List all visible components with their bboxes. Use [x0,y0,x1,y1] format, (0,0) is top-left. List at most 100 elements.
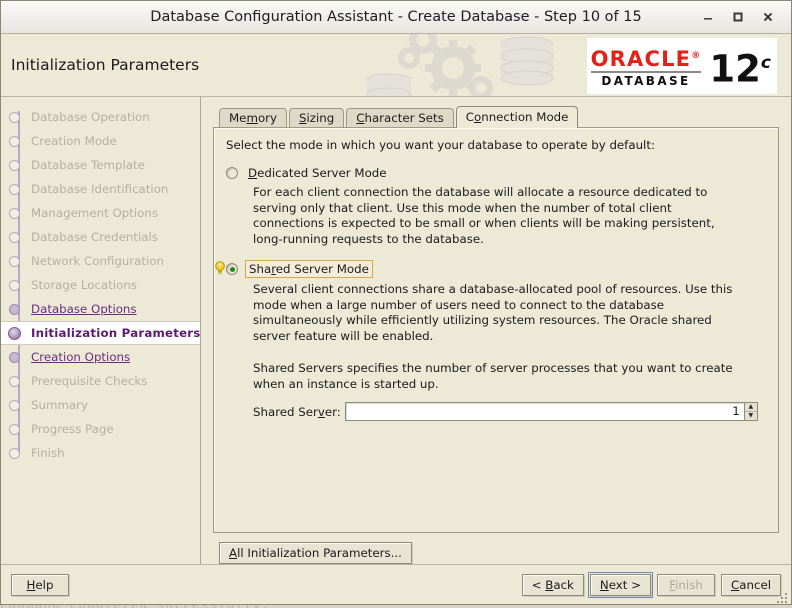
sidebar-item-creation-mode: Creation Mode [1,129,200,153]
step-bullet-icon [8,326,21,340]
logo-rule [590,70,702,73]
sidebar-item-label: Progress Page [31,422,114,436]
cancel-button[interactable]: Cancel [721,573,781,596]
step-bullet-icon [9,279,20,291]
tab-bar: Memory Sizing Character Sets Connection Mod… [213,105,779,128]
sidebar-item-database-operation: Database Operation [1,105,200,129]
sidebar-item-summary: Summary [1,393,200,417]
sidebar-item-label: Finish [31,446,65,460]
oracle-logo: ORACLE® DATABASE 12c [587,38,777,94]
sidebar-item-finish: Finish [1,441,200,465]
step-bullet-icon [9,231,20,243]
step-bullet-icon [9,159,20,171]
sidebar-item-label: Network Configuration [31,254,165,268]
minimize-icon[interactable] [695,6,721,28]
step-bullet-icon [9,375,20,387]
tab-sizing[interactable]: Sizing [289,108,345,128]
sidebar-item-database-credentials: Database Credentials [1,225,200,249]
tab-connection-mode[interactable]: Connection Mode [455,106,579,128]
step-bullet-icon [9,207,20,219]
shared-server-field-row: Shared Server: 1 ▲ ▼ [253,402,766,421]
option-label-shared-server-mode: Shared Server Mode [245,260,373,278]
window-title: Database Configuration Assistant - Creat… [150,9,642,25]
radio-dedicated-server-mode[interactable] [226,167,238,179]
sidebar-item-label: Database Identification [31,182,169,196]
resize-grip-icon[interactable] [777,591,789,603]
sidebar-item-label: Creation Options [31,350,131,364]
title-bar: Database Configuration Assistant - Creat… [1,1,791,34]
option-dedicated-server-mode[interactable]: Dedicated Server Mode [226,165,766,181]
footer-bar: Help < Back Next > Finish Cancel [1,564,791,604]
step-bullet-icon [9,423,20,435]
step-bullet-icon [9,255,20,267]
shared-server-input[interactable]: 1 [344,402,745,421]
header-band: Initialization Parameters ORACLE® DATABA… [1,34,791,97]
step-bullet-icon [9,135,20,147]
step-bullet-icon [9,111,20,123]
tab-label: Character Sets [356,111,444,125]
option-description-shared-server-mode: Several client connections share a datab… [253,282,733,343]
sidebar-item-label: Database Credentials [31,230,158,244]
steps-sidebar: Database Operation Creation Mode Database … [1,97,201,564]
sidebar-item-management-options: Management Options [1,201,200,225]
sidebar-item-database-template: Database Template [1,153,200,177]
shared-server-spinner[interactable]: 1 ▲ ▼ [344,402,758,421]
sidebar-item-initialization-parameters[interactable]: Initialization Parameters [1,321,200,345]
tab-label: Connection Mode [465,110,569,124]
oracle-brand-text: ORACLE® [590,46,702,71]
sidebar-item-label: Storage Locations [31,278,137,292]
shared-servers-note: Shared Servers specifies the number of s… [253,361,733,391]
spinner-buttons: ▲ ▼ [744,402,758,421]
tab-character-sets[interactable]: Character Sets [346,108,454,128]
option-shared-server-mode[interactable]: Shared Server Mode [215,260,766,278]
spinner-down-icon[interactable]: ▼ [744,412,757,420]
sidebar-item-label: Management Options [31,206,158,220]
dbca-window: Database Configuration Assistant - Creat… [0,0,792,605]
oracle-product-text: DATABASE [601,73,691,88]
all-initialization-parameters-button[interactable]: All Initialization Parameters... [219,542,412,564]
screen: Command completed successfully. Database… [0,0,792,608]
step-bullet-icon [9,303,20,315]
sidebar-item-label: Creation Mode [31,134,117,148]
step-bullet-icon [9,351,20,363]
sidebar-item-label: Summary [31,398,89,412]
wizard-nav-buttons: < Back Next > Finish Cancel [521,571,781,598]
sidebar-item-storage-locations: Storage Locations [1,273,200,297]
sidebar-item-label: Database Operation [31,110,150,124]
all-parameters-row: All Initialization Parameters... [213,533,779,564]
sidebar-item-label: Initialization Parameters [31,326,201,340]
finish-button: Finish [657,573,716,596]
sidebar-item-database-identification: Database Identification [1,177,200,201]
tab-memory[interactable]: Memory [219,108,287,128]
shared-server-label: Shared Server: [253,404,341,419]
sidebar-item-label: Database Options [31,302,137,316]
gears-database-artwork [366,34,554,96]
radio-shared-server-mode[interactable] [226,263,238,275]
connection-mode-panel: Select the mode in which you want your d… [213,127,779,533]
next-button[interactable]: Next > [587,571,654,598]
back-button[interactable]: < Back [521,573,584,596]
option-description-dedicated-server-mode: For each client connection the database … [253,185,715,246]
sidebar-item-prerequisite-checks: Prerequisite Checks [1,369,200,393]
step-bullet-icon [9,183,20,195]
hint-lightbulb-icon [215,261,225,274]
tab-label: Memory [229,111,277,125]
sidebar-item-creation-options[interactable]: Creation Options [1,345,200,369]
tab-label: Sizing [299,111,335,125]
help-button[interactable]: Help [11,573,69,596]
close-icon[interactable] [755,6,781,28]
spinner-up-icon[interactable]: ▲ [744,403,757,412]
step-bullet-icon [9,399,20,411]
sidebar-item-database-options[interactable]: Database Options [1,297,200,321]
sidebar-item-network-configuration: Network Configuration [1,249,200,273]
sidebar-item-progress-page: Progress Page [1,417,200,441]
maximize-icon[interactable] [725,6,751,28]
window-controls [695,6,791,28]
sidebar-item-label: Database Template [31,158,145,172]
body: Database Operation Creation Mode Database … [1,97,791,564]
content-area: Memory Sizing Character Sets Connection Mod… [201,97,791,564]
page-title: Initialization Parameters [11,56,200,74]
steps-list: Database Operation Creation Mode Database … [1,105,200,465]
